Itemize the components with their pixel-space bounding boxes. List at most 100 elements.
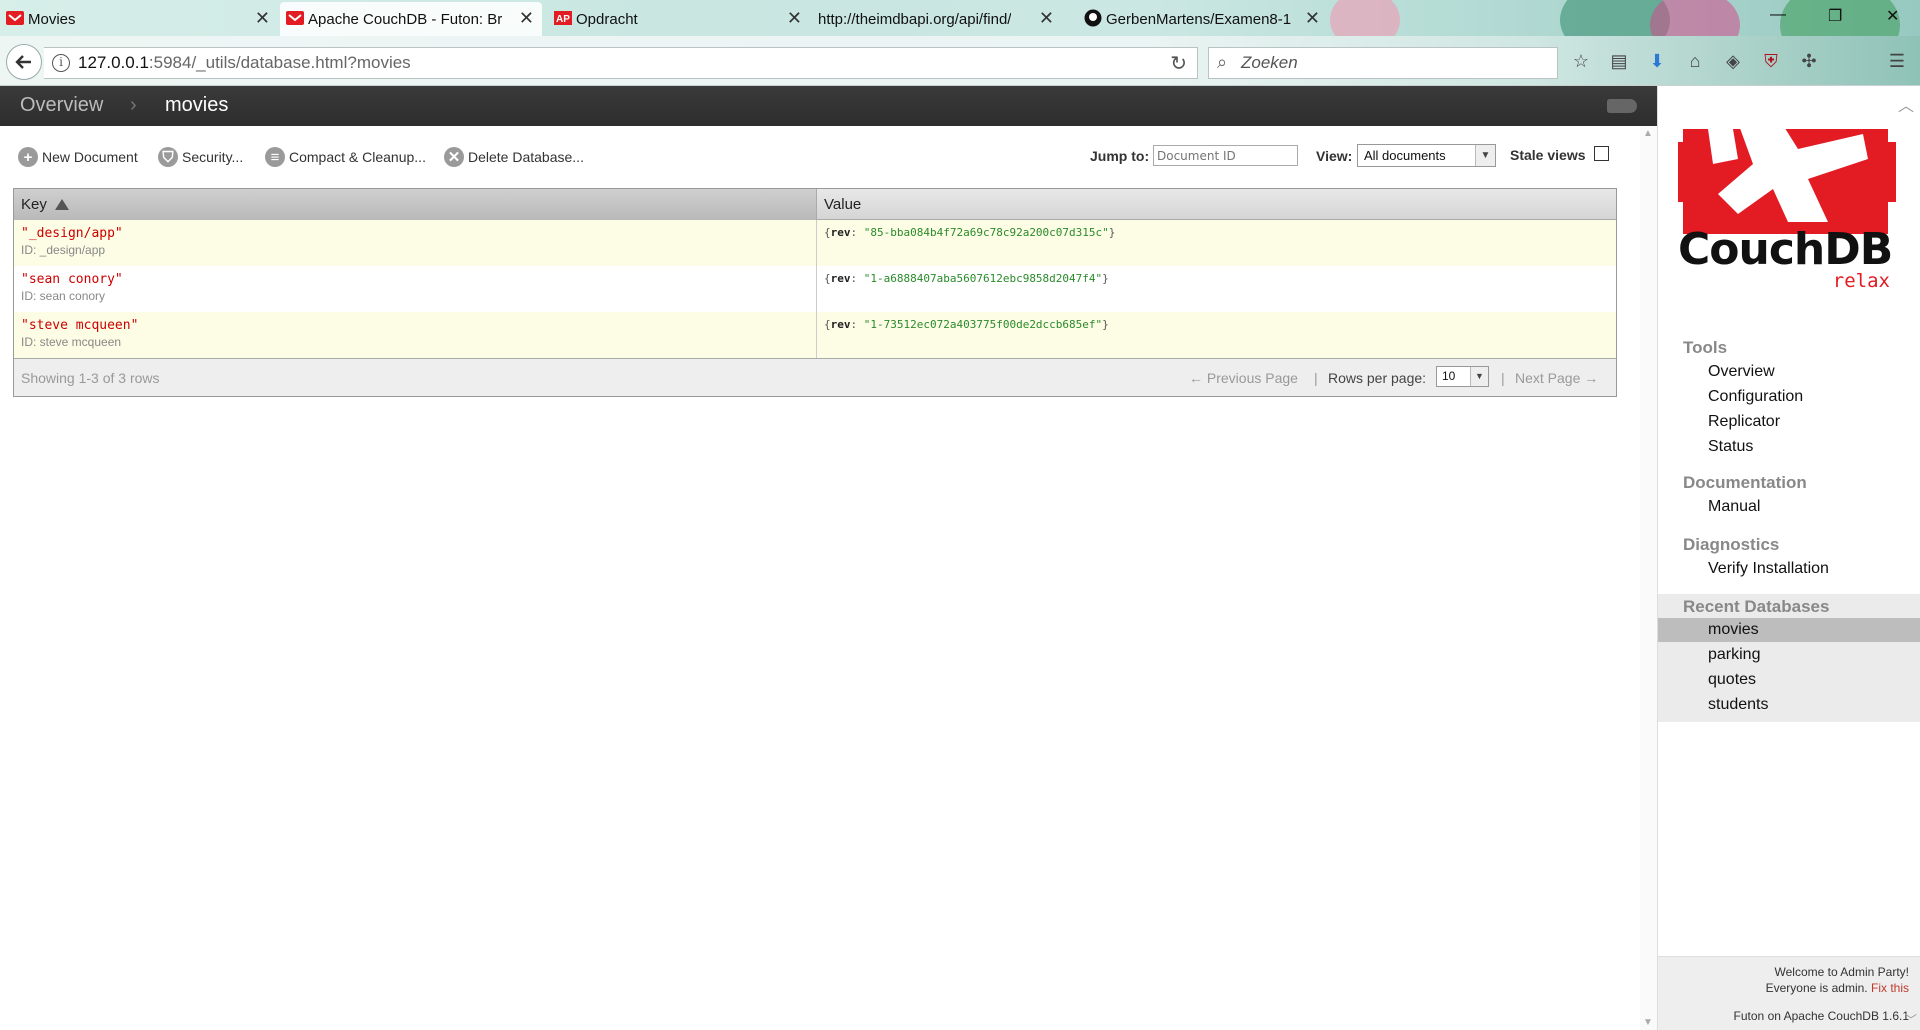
sidebar-item-quotes[interactable]: quotes bbox=[1658, 668, 1920, 692]
search-input[interactable]: ⌕ Zoeken bbox=[1208, 47, 1558, 79]
github-favicon-icon bbox=[1084, 9, 1102, 27]
ap-favicon-icon: AP bbox=[554, 11, 572, 25]
scroll-up-icon[interactable]: ▲ bbox=[1643, 128, 1653, 139]
breadcrumb-overview[interactable]: Overview bbox=[20, 94, 103, 117]
sidebar-item-verify-installation[interactable]: Verify Installation bbox=[1658, 557, 1920, 581]
reload-icon[interactable]: ↻ bbox=[1170, 51, 1187, 76]
value-cell: {rev: "85-bba084b4f72a69c78c92a200c07d31… bbox=[824, 226, 1116, 239]
key-column-header[interactable]: Key bbox=[14, 189, 817, 220]
close-tab-icon[interactable]: ✕ bbox=[1305, 9, 1320, 27]
url-bar[interactable]: i 127.0.0.1:5984/_utils/database.html?mo… bbox=[44, 47, 1198, 79]
tab-imdbapi[interactable]: http://theimdbapi.org/api/find/ ✕ bbox=[812, 2, 1062, 36]
tab-label: http://theimdbapi.org/api/find/ bbox=[818, 10, 1012, 28]
theme-decoration bbox=[1650, 0, 1740, 36]
tab-label: Opdracht bbox=[576, 10, 638, 28]
close-tab-icon[interactable]: ✕ bbox=[519, 9, 534, 27]
value-column-header: Value bbox=[817, 189, 1616, 220]
tools-heading: Tools bbox=[1683, 338, 1728, 357]
window-close-icon[interactable]: ✕ bbox=[1886, 6, 1899, 26]
collapse-up-icon[interactable]: ︿ bbox=[1898, 92, 1914, 116]
tab-github[interactable]: GerbenMartens/Examen8-1 ✕ bbox=[1078, 2, 1328, 36]
chevron-down-icon: ▼ bbox=[1475, 145, 1495, 166]
rows-per-page-select[interactable]: 10 ▼ bbox=[1436, 366, 1489, 387]
view-label: View: bbox=[1316, 148, 1353, 164]
bookmark-star-icon[interactable]: ☆ bbox=[1570, 50, 1592, 72]
table-row[interactable]: "steve mcqueen" ID: steve mcqueen {rev: … bbox=[14, 312, 1616, 358]
key-header-label: Key bbox=[21, 196, 47, 213]
couchdb-logo-icon bbox=[1678, 109, 1896, 234]
doc-key-link[interactable]: "sean conory" bbox=[21, 272, 809, 287]
previous-page-link[interactable]: ← Previous Page bbox=[1189, 370, 1298, 386]
table-row[interactable]: "sean conory" ID: sean conory {rev: "1-a… bbox=[14, 266, 1616, 312]
compact-icon: ≡ bbox=[265, 147, 285, 167]
delete-database-button[interactable]: ✕ Delete Database... bbox=[444, 144, 584, 170]
rows-per-page-label: Rows per page: bbox=[1328, 370, 1427, 386]
logo-wordmark: CouchDB bbox=[1678, 224, 1893, 275]
sidebar-item-students[interactable]: students bbox=[1658, 693, 1920, 717]
stale-views-checkbox[interactable] bbox=[1594, 146, 1609, 161]
security-button[interactable]: ⛉ Security... bbox=[158, 144, 243, 170]
back-button[interactable] bbox=[6, 44, 42, 80]
fix-this-link[interactable]: Fix this bbox=[1871, 981, 1909, 995]
table-header: Key Value bbox=[14, 189, 1616, 220]
new-document-button[interactable]: + New Document bbox=[18, 144, 138, 170]
tab-movies[interactable]: Movies ✕ bbox=[0, 2, 278, 36]
pocket-icon[interactable]: ◈ bbox=[1722, 50, 1744, 72]
content-scrollbar[interactable]: ▲ ▼ bbox=[1640, 126, 1657, 1030]
site-info-icon[interactable]: i bbox=[52, 54, 70, 72]
sidebar-item-status[interactable]: Status bbox=[1658, 435, 1920, 459]
download-icon[interactable]: ⬇ bbox=[1646, 50, 1668, 72]
value-cell: {rev: "1-a6888407aba5607612ebc9858d2047f… bbox=[824, 272, 1109, 285]
restore-icon[interactable]: ❐ bbox=[1828, 6, 1842, 26]
rev-value: "1-a6888407aba5607612ebc9858d2047f4" bbox=[863, 272, 1103, 285]
sidebar-item-movies[interactable]: movies bbox=[1658, 618, 1920, 642]
security-label: Security... bbox=[182, 149, 244, 165]
hamburger-menu-icon[interactable]: ☰ bbox=[1886, 50, 1908, 72]
shield-icon: ⛉ bbox=[158, 147, 178, 167]
rows-per-page-value: 10 bbox=[1442, 369, 1456, 383]
documents-table: Key Value "_design/app" ID: _design/app … bbox=[13, 188, 1617, 397]
tab-label: Movies bbox=[28, 10, 76, 28]
delete-icon: ✕ bbox=[444, 147, 464, 167]
logo-tagline: relax bbox=[1832, 270, 1890, 292]
tab-opdracht[interactable]: AP Opdracht ✕ bbox=[548, 2, 810, 36]
close-tab-icon[interactable]: ✕ bbox=[1039, 9, 1054, 27]
tab-label: GerbenMartens/Examen8-1 bbox=[1106, 10, 1291, 28]
doc-key-link[interactable]: "_design/app" bbox=[21, 226, 809, 241]
next-page-link[interactable]: Next Page → bbox=[1515, 370, 1598, 386]
tab-label: Apache CouchDB - Futon: Br bbox=[308, 10, 503, 28]
view-select[interactable]: All documents ▼ bbox=[1357, 144, 1496, 167]
tab-futon[interactable]: Apache CouchDB - Futon: Br ✕ bbox=[280, 2, 542, 36]
table-row[interactable]: "_design/app" ID: _design/app {rev: "85-… bbox=[14, 220, 1616, 266]
home-icon[interactable]: ⌂ bbox=[1684, 50, 1706, 72]
ublock-icon[interactable]: ⛨ bbox=[1760, 50, 1782, 72]
bookmarks-list-icon[interactable]: ▤ bbox=[1608, 50, 1630, 72]
close-tab-icon[interactable]: ✕ bbox=[787, 9, 802, 27]
scroll-down-icon[interactable]: ﹀ bbox=[1905, 1011, 1917, 1028]
extension-icon[interactable]: ✣ bbox=[1798, 50, 1820, 72]
sidebar-item-parking[interactable]: parking bbox=[1658, 643, 1920, 667]
new-document-label: New Document bbox=[42, 149, 138, 165]
svg-text:AP: AP bbox=[556, 14, 570, 25]
jump-to-label: Jump to: bbox=[1090, 148, 1150, 164]
key-cell: "steve mcqueen" ID: steve mcqueen bbox=[14, 312, 817, 358]
sidebar-item-overview[interactable]: Overview bbox=[1658, 360, 1920, 384]
table-footer: Showing 1-3 of 3 rows ← Previous Page | … bbox=[14, 358, 1616, 396]
sidebar-item-configuration[interactable]: Configuration bbox=[1658, 385, 1920, 409]
document-id-input[interactable] bbox=[1153, 145, 1298, 166]
breadcrumb-separator: › bbox=[130, 94, 137, 116]
rev-label: rev bbox=[830, 272, 851, 285]
row-count-text: Showing 1-3 of 3 rows bbox=[21, 370, 160, 386]
doc-id: ID: steve mcqueen bbox=[21, 335, 122, 349]
recent-databases-heading: Recent Databases bbox=[1683, 597, 1830, 616]
sidebar-item-manual[interactable]: Manual bbox=[1658, 495, 1920, 519]
close-tab-icon[interactable]: ✕ bbox=[255, 9, 270, 27]
sidebar-item-replicator[interactable]: Replicator bbox=[1658, 410, 1920, 434]
doc-key-link[interactable]: "steve mcqueen" bbox=[21, 318, 809, 333]
tag-icon[interactable] bbox=[1607, 99, 1637, 113]
minimize-icon[interactable]: — bbox=[1770, 6, 1786, 24]
compact-button[interactable]: ≡ Compact & Cleanup... bbox=[265, 144, 426, 170]
url-host: 127.0.0.1 bbox=[78, 53, 149, 72]
value-cell: {rev: "1-73512ec072a403775f00de2dccb685e… bbox=[824, 318, 1109, 331]
scroll-down-icon[interactable]: ▼ bbox=[1643, 1017, 1653, 1028]
